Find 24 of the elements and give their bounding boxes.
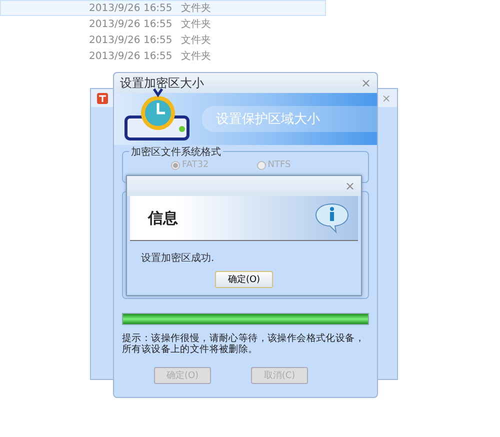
type-text: 文件夹	[181, 18, 211, 31]
date-text: 2013/9/26 16:55	[89, 18, 174, 30]
app-icon	[97, 92, 108, 104]
date-text: 2013/9/26 16:55	[89, 50, 174, 62]
file-row[interactable]: 2013/9/26 16:55 文件夹	[0, 48, 326, 64]
hint-text: 提示：该操作很慢，请耐心等待，该操作会格式化设备，所有该设备上的文件将被删除。	[122, 333, 366, 355]
banner-title: 设置保护区域大小	[202, 106, 377, 132]
type-text: 文件夹	[181, 34, 211, 47]
type-text: 文件夹	[181, 50, 211, 63]
message-heading: 信息	[148, 208, 178, 228]
close-button[interactable]: ×	[360, 76, 371, 90]
window-title: 设置加密区大小	[120, 74, 204, 92]
file-row[interactable]: 2013/9/26 16:55 文件夹	[0, 32, 326, 48]
close-button[interactable]: ×	[344, 179, 355, 193]
message-text: 设置加密区成功.	[141, 252, 216, 265]
type-text: 文件夹	[181, 2, 211, 15]
date-text: 2013/9/26 16:55	[89, 2, 174, 14]
group-title: 加密区文件系统格式	[129, 145, 223, 159]
file-row[interactable]: 2013/9/26 16:55 文件夹	[0, 16, 326, 32]
info-bubble-icon	[314, 202, 350, 234]
close-button[interactable]: ×	[382, 92, 391, 104]
file-row[interactable]: 2013/9/26 16:55 文件夹	[0, 0, 326, 16]
ok-button[interactable]: 确定(O)	[215, 271, 273, 288]
date-text: 2013/9/26 16:55	[89, 34, 174, 46]
